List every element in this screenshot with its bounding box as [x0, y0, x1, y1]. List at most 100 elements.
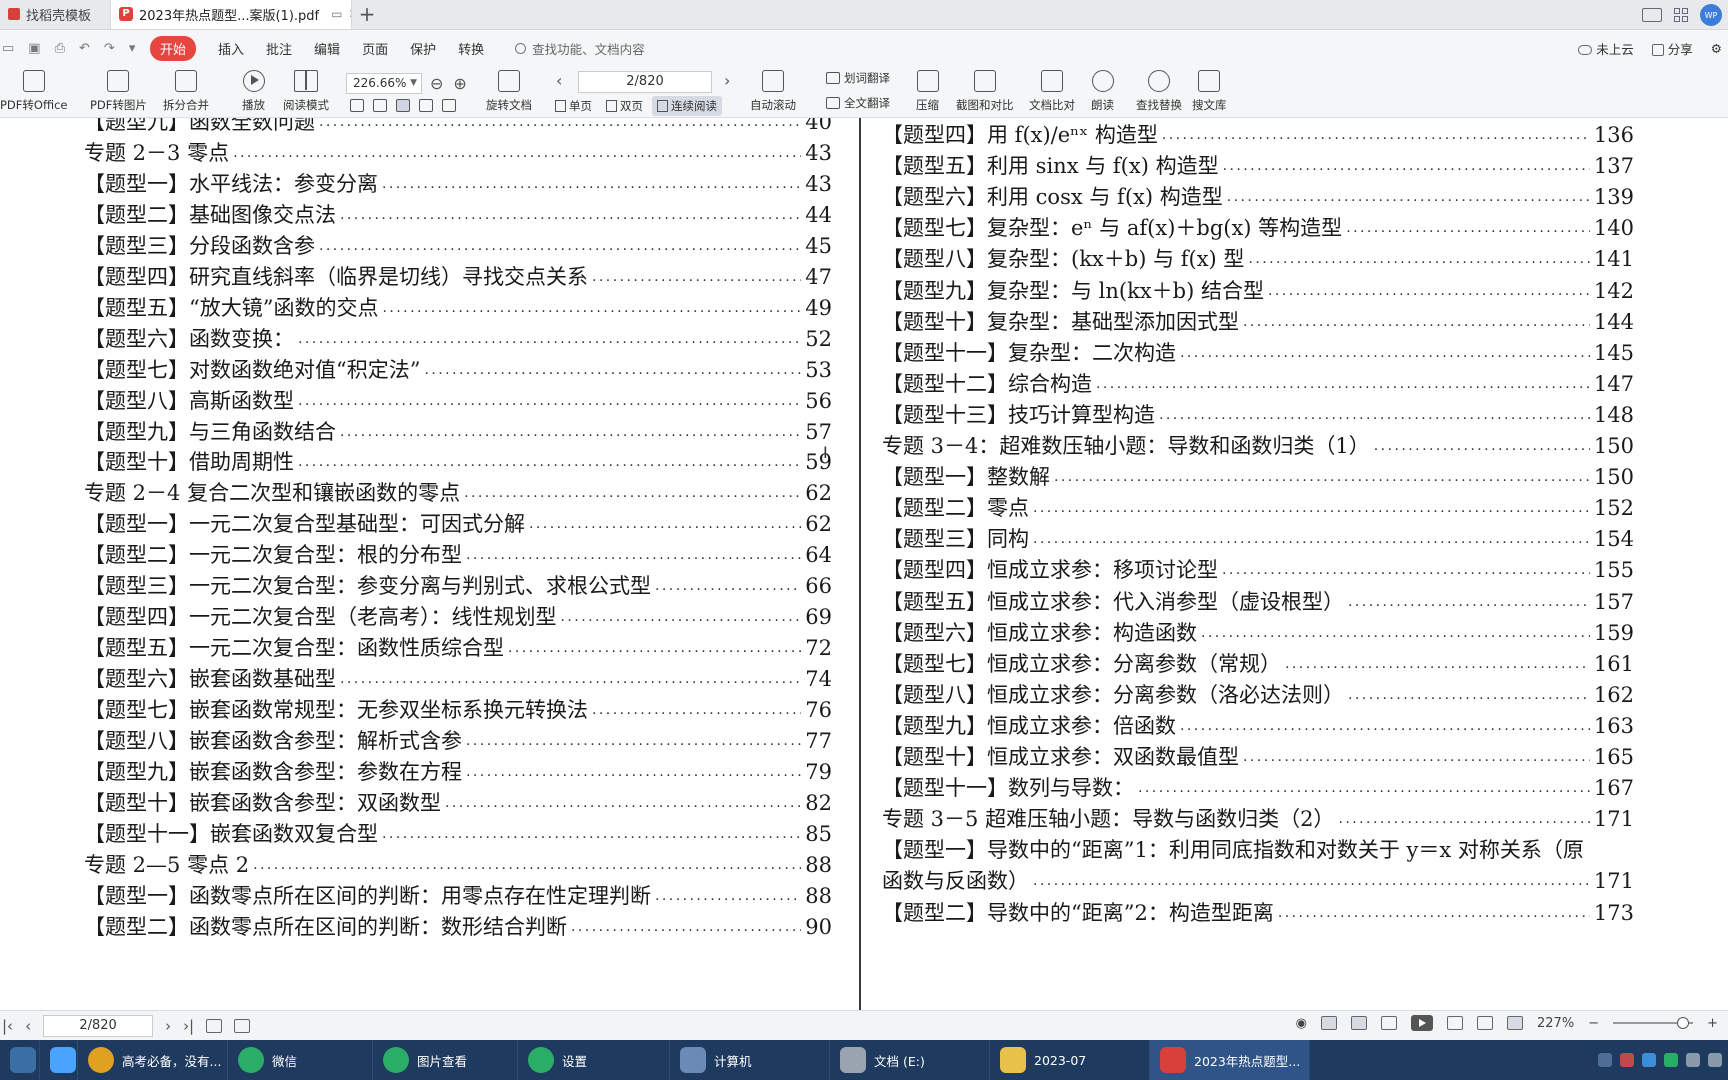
- ime-icon[interactable]: [1598, 1053, 1612, 1067]
- toc-entry[interactable]: 【题型一】一元二次复合型基础型：可因式分解 62: [84, 510, 832, 538]
- rotate-right-icon[interactable]: [442, 99, 456, 112]
- doc-compare-button[interactable]: 文档比对: [1029, 70, 1075, 113]
- search-library-button[interactable]: 搜文库: [1192, 70, 1227, 113]
- menu-home[interactable]: 开始: [150, 35, 197, 61]
- taskbar-folder[interactable]: 2023-07: [990, 1040, 1150, 1080]
- settings-icon[interactable]: ⚙: [1711, 41, 1722, 56]
- toc-entry[interactable]: 【题型四】一元二次复合型（老高考）：线性规划型 69: [84, 603, 832, 631]
- actual-status-icon[interactable]: [1507, 1016, 1524, 1030]
- fit-page-icon[interactable]: [350, 99, 364, 112]
- toc-entry[interactable]: 【题型五】一元二次复合型：函数性质综合型 72: [84, 634, 832, 662]
- eye-protect-icon[interactable]: ◉: [1296, 1016, 1307, 1031]
- screenshot-compare-button[interactable]: 截图和对比: [956, 70, 1014, 113]
- toc-entry[interactable]: 【题型九】函数全数问题 40: [84, 118, 832, 136]
- toc-entry[interactable]: 【题型四】用 f(x)/eⁿˣ 构造型 136: [882, 121, 1634, 149]
- play-button[interactable]: 播放: [242, 70, 265, 113]
- zoom-minus-icon[interactable]: −: [1588, 1016, 1599, 1031]
- continuous-read-button[interactable]: 连续阅读: [652, 96, 722, 116]
- read-mode-button[interactable]: 阅读模式: [283, 70, 329, 113]
- toc-entry[interactable]: 【题型四】恒成立求参：移项讨论型 155: [882, 556, 1634, 584]
- play-status-icon[interactable]: [1411, 1015, 1434, 1031]
- continuous-status-icon[interactable]: [1321, 1016, 1338, 1030]
- read-aloud-button[interactable]: 朗读: [1091, 70, 1114, 113]
- toc-entry[interactable]: 专题 3－5 超难压轴小题：导数与函数归类（2） 171: [882, 805, 1634, 833]
- last-page-icon[interactable]: ›|: [183, 1017, 194, 1035]
- restore-icon[interactable]: ▭: [331, 7, 342, 21]
- fit-status-icon[interactable]: [1447, 1016, 1464, 1030]
- toc-entry[interactable]: 【题型十】复杂型：基础型添加因式型 144: [882, 308, 1634, 336]
- cloud-tray-icon[interactable]: [1642, 1053, 1656, 1067]
- tab-pdf-document[interactable]: P 2023年热点题型...案版(1).pdf ▭ ✕: [110, 0, 352, 29]
- volume-icon[interactable]: [1708, 1053, 1722, 1067]
- toc-entry[interactable]: 【题型十】恒成立求参：双函数最值型 165: [882, 743, 1634, 771]
- prev-page-icon[interactable]: ‹: [556, 71, 562, 90]
- toc-entry[interactable]: 【题型五】利用 sinx 与 f(x) 构造型 137: [882, 152, 1634, 180]
- toc-entry[interactable]: 专题 2—5 零点 2 88: [84, 851, 832, 879]
- toc-entry[interactable]: 【题型七】对数函数绝对值“积定法” 53: [84, 356, 832, 384]
- taskbar-settings[interactable]: 设置: [518, 1040, 670, 1080]
- toc-entry[interactable]: 【题型六】利用 cosx 与 f(x) 构造型 139: [882, 183, 1634, 211]
- toc-entry[interactable]: 【题型七】嵌套函数常规型：无参双坐标系换元转换法 76: [84, 696, 832, 724]
- toc-entry[interactable]: 专题 2－4 复合二次型和镶嵌函数的零点 62: [84, 479, 832, 507]
- fit-width-icon[interactable]: [373, 99, 387, 112]
- toc-entry[interactable]: 【题型十二】综合构造 147: [882, 370, 1634, 398]
- taskbar-wechat[interactable]: 微信: [228, 1040, 373, 1080]
- more-icon[interactable]: ▾: [129, 41, 136, 56]
- print-icon[interactable]: ⎙: [55, 41, 65, 56]
- toc-entry[interactable]: 【题型二】一元二次复合型：根的分布型 64: [84, 541, 832, 569]
- toc-entry[interactable]: 【题型二】零点 152: [882, 494, 1634, 522]
- toc-entry[interactable]: 【题型九】与三角函数结合 57: [84, 418, 832, 446]
- toc-entry[interactable]: 【题型八】嵌套函数含参型：解析式含参 77: [84, 727, 832, 755]
- toc-entry[interactable]: 【题型二】函数零点所在区间的判断：数形结合判断 90: [84, 913, 832, 941]
- status-zoom[interactable]: 227%: [1537, 1016, 1574, 1031]
- toc-entry[interactable]: 【题型九】复杂型：与 ln(kx＋b) 结合型 142: [882, 277, 1634, 305]
- toc-entry[interactable]: 【题型十】嵌套函数含参型：双函数型 82: [84, 789, 832, 817]
- taskbar-computer[interactable]: 计算机: [670, 1040, 830, 1080]
- cloud-status[interactable]: 未上云: [1578, 39, 1634, 58]
- pdf-to-image-button[interactable]: PDF转图片: [90, 70, 147, 113]
- prev-page-status-icon[interactable]: ‹: [25, 1017, 31, 1035]
- toc-entry[interactable]: 【题型十三】技巧计算型构造 148: [882, 401, 1634, 429]
- toc-entry[interactable]: 【题型六】函数变换： 52: [84, 325, 832, 353]
- page-input[interactable]: 2/820: [578, 71, 712, 93]
- menu-protect[interactable]: 保护: [410, 39, 436, 58]
- toc-entry[interactable]: 【题型三】分段函数含参 45: [84, 232, 832, 260]
- menu-page[interactable]: 页面: [362, 39, 388, 58]
- double-page-button[interactable]: 双页: [601, 96, 648, 116]
- apps-grid-icon[interactable]: [1674, 8, 1688, 22]
- start-button[interactable]: [0, 1040, 40, 1080]
- taskbar-wps[interactable]: 2023年热点题型...: [1150, 1040, 1310, 1080]
- folder-icon[interactable]: ▭: [2, 41, 14, 56]
- toc-entry[interactable]: 【题型三】一元二次复合型：参变分离与判别式、求根公式型 66: [84, 572, 832, 600]
- toc-entry[interactable]: 【题型一】水平线法：参变分离 43: [84, 170, 832, 198]
- toc-entry[interactable]: 【题型九】恒成立求参：倍函数 163: [882, 712, 1634, 740]
- single-status-icon[interactable]: [1351, 1016, 1368, 1030]
- toc-entry[interactable]: 【题型八】恒成立求参：分离参数（洛必达法则） 162: [882, 681, 1634, 709]
- document-viewport[interactable]: 【题型九】函数全数问题 40 专题 2－3 零点 43 【题型一】水平线法：参变分离 43…: [0, 118, 1728, 1010]
- toc-entry[interactable]: 【题型二】导数中的“距离”2：构造型距离 173: [882, 899, 1634, 927]
- toc-entry[interactable]: 函数与反函数） 171: [882, 867, 1634, 895]
- toc-entry[interactable]: 【题型二】基础图像交点法 44: [84, 201, 832, 229]
- menu-insert[interactable]: 插入: [218, 39, 244, 58]
- next-page-status-icon[interactable]: ›: [165, 1017, 171, 1035]
- word-translate-button[interactable]: 划词翻译: [826, 70, 890, 86]
- toc-entry[interactable]: 【题型十】借助周期性 59: [84, 448, 832, 476]
- toc-entry[interactable]: 【题型三】同构 154: [882, 525, 1634, 553]
- toc-entry[interactable]: 【题型一】导数中的“距离”1：利用同底指数和对数关于 y＝x 对称关系（原: [882, 836, 1634, 864]
- zoom-in-icon[interactable]: ⊕: [453, 74, 466, 93]
- toc-entry[interactable]: 【题型七】复杂型：eⁿ 与 af(x)＋bg(x) 等构造型 140: [882, 214, 1634, 242]
- toc-entry[interactable]: 【题型一】函数零点所在区间的判断：用零点存在性定理判断 88: [84, 882, 832, 910]
- menu-annotate[interactable]: 批注: [266, 39, 292, 58]
- function-search[interactable]: 查找功能、文档内容: [515, 39, 645, 58]
- toc-entry[interactable]: 【题型六】恒成立求参：构造函数 159: [882, 619, 1634, 647]
- toc-entry[interactable]: 【题型七】恒成立求参：分离参数（常规） 161: [882, 650, 1634, 678]
- toc-entry[interactable]: 【题型八】高斯函数型 56: [84, 387, 832, 415]
- split-merge-button[interactable]: 拆分合并: [163, 70, 209, 113]
- full-translate-button[interactable]: 全文翻译: [826, 95, 890, 111]
- auto-scroll-button[interactable]: 自动滚动: [750, 70, 796, 113]
- save-icon[interactable]: ▣: [28, 41, 40, 56]
- actual-size-icon[interactable]: [396, 99, 410, 112]
- toc-entry[interactable]: 【题型九】嵌套函数含参型：参数在方程 79: [84, 758, 832, 786]
- taskbar-drive-e[interactable]: 文档 (E:): [830, 1040, 990, 1080]
- network-icon[interactable]: [1686, 1053, 1700, 1067]
